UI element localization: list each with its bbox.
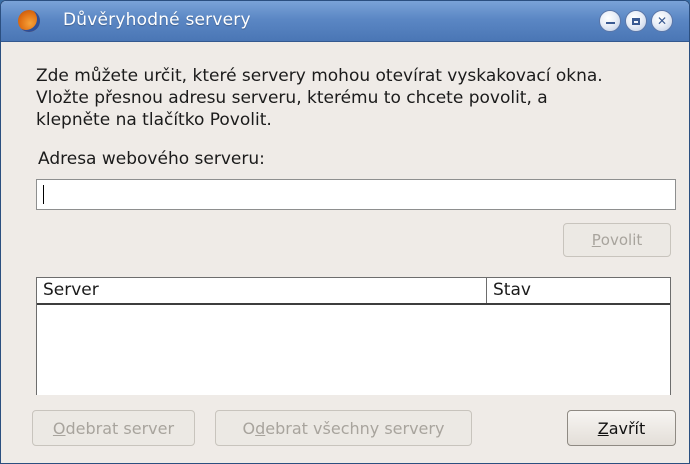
- remove-all-servers-button[interactable]: Od ebrat všechny servery: [215, 410, 472, 446]
- maximize-icon: [632, 17, 640, 25]
- address-label: Adresa webového serveru:: [38, 149, 265, 169]
- column-header-status[interactable]: Stav: [487, 278, 670, 303]
- close-button-label: avřít: [608, 418, 646, 438]
- description-line: Zde můžete určit, které servery mohou ot…: [36, 66, 603, 86]
- column-header-server[interactable]: Server: [37, 278, 487, 303]
- close-button[interactable]: Zavřít: [567, 410, 676, 446]
- remove-all-label: ebrat všechny servery: [265, 418, 445, 438]
- table-header: Server Stav: [37, 278, 670, 305]
- allow-button-label: ovolit: [600, 231, 643, 249]
- remove-all-prefix: O: [242, 418, 256, 438]
- remove-server-label: debrat server: [65, 418, 175, 438]
- minimize-icon: [605, 22, 615, 24]
- firefox-icon: [18, 10, 40, 32]
- remove-all-mnemonic: d: [255, 418, 266, 438]
- remove-server-mnemonic: O: [52, 418, 66, 438]
- minimize-button[interactable]: [599, 10, 621, 32]
- close-icon: ✕: [656, 14, 668, 28]
- close-button-mnemonic: Z: [597, 418, 609, 438]
- servers-table: Server Stav: [36, 277, 671, 395]
- allow-button[interactable]: Povolit: [563, 223, 671, 257]
- maximize-button[interactable]: [625, 10, 647, 32]
- trusted-servers-dialog: Důvěryhodné servery ✕ Zde můžete určit, …: [0, 0, 690, 464]
- description-line: klepněte na tlačítko Povolit.: [36, 110, 272, 130]
- text-cursor: [43, 185, 44, 204]
- remove-server-button[interactable]: Odebrat server: [32, 410, 195, 446]
- description-line: Vložte přesnou adresu serveru, kterému t…: [36, 88, 548, 108]
- description-text: Zde můžete určit, které servery mohou ot…: [36, 65, 676, 131]
- address-input[interactable]: [36, 179, 676, 210]
- window-title: Důvěryhodné servery: [63, 10, 251, 30]
- allow-button-mnemonic: P: [591, 231, 601, 249]
- close-window-button[interactable]: ✕: [651, 10, 673, 32]
- title-bar[interactable]: Důvěryhodné servery ✕: [1, 1, 689, 42]
- table-body[interactable]: [37, 305, 670, 394]
